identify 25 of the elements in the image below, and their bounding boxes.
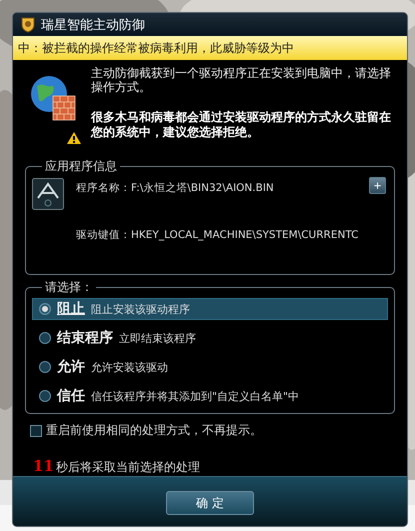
option-row[interactable]: 阻止 阻止安装该驱动程序 [32, 298, 388, 320]
option-row[interactable]: 允许 允许安装该驱动 [32, 356, 388, 378]
checkbox-label: 重启前使用相同的处理方式，不再提示。 [46, 422, 262, 439]
registry-key: 驱动键值：HKEY_LOCAL_MACHINE\SYSTEM\CURRENTC [76, 228, 359, 242]
option-title: 信任 [57, 387, 85, 405]
option-description: 信任该程序并将其添加到"自定义白名单"中 [91, 388, 300, 404]
expand-button[interactable]: + [369, 177, 386, 194]
option-title: 结束程序 [57, 329, 113, 347]
countdown-seconds: 11 [33, 457, 54, 475]
option-title: 允许 [57, 358, 85, 376]
window-title: 瑞星智能主动防御 [41, 16, 145, 34]
threat-banner: 中：被拦截的操作经常被病毒利用，此威胁等级为中 [13, 36, 407, 60]
ok-button[interactable]: 确 定 [166, 491, 254, 515]
program-name: 程序名称：F:\永恒之塔\BIN32\AION.BIN [76, 181, 275, 195]
group-legend: 请选择： [42, 279, 96, 296]
option-row[interactable]: 结束程序 立即结束该程序 [32, 327, 388, 349]
option-description: 立即结束该程序 [119, 330, 196, 346]
option-row[interactable]: 信任 信任该程序并将其添加到"自定义白名单"中 [32, 385, 388, 407]
countdown-text: 秒后将采取当前选择的处理 [56, 459, 200, 476]
intro-message: 主动防御截获到一个驱动程序正在安装到电脑中，请选择操作方式。 [91, 66, 391, 94]
warning-message: 很多木马和病毒都会通过安装驱动程序的方式永久驻留在您的系统中，建议您选择拒绝。 [91, 110, 391, 140]
group-legend: 应用程序信息 [42, 158, 120, 175]
option-title: 阻止 [57, 300, 85, 318]
option-description: 允许安装该驱动 [91, 360, 168, 374]
option-description: 阻止安装该驱动程序 [91, 302, 190, 316]
